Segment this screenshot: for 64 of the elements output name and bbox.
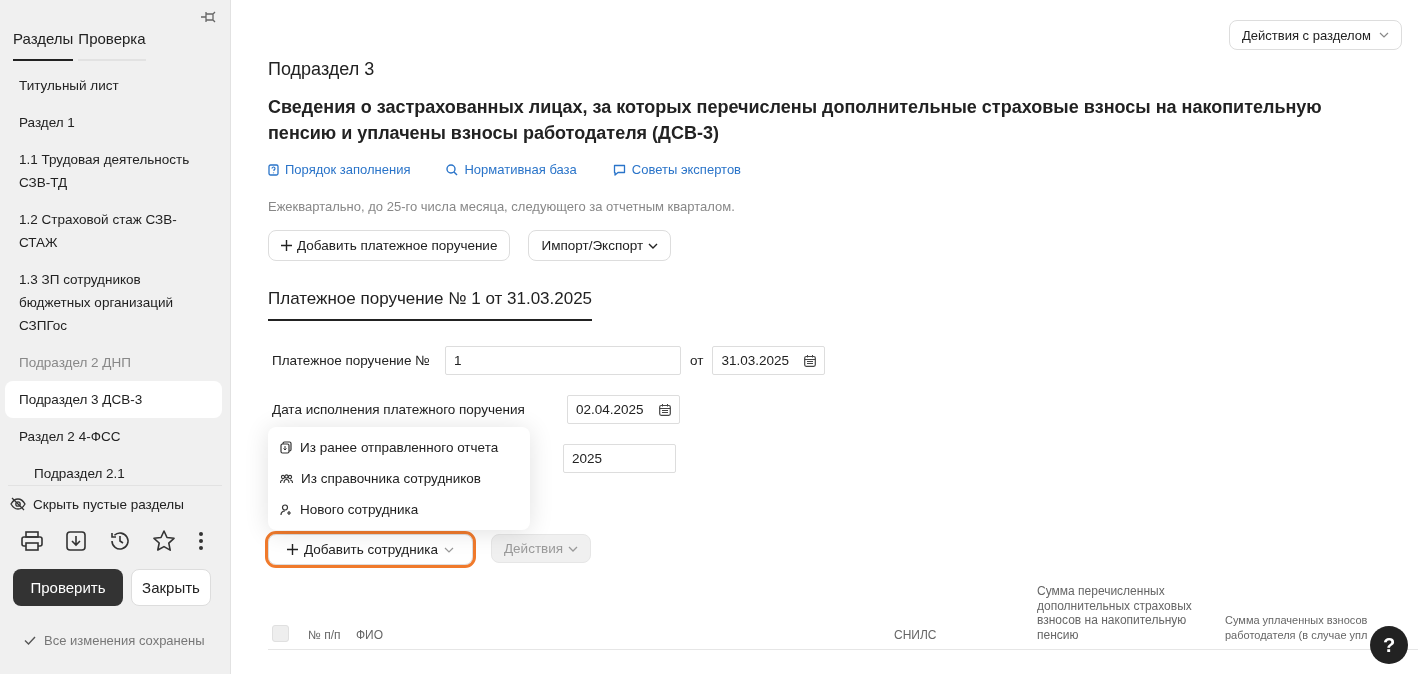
people-icon (280, 473, 293, 484)
star-icon[interactable] (153, 530, 175, 551)
help-link[interactable]: Нормативная база (446, 162, 577, 177)
field-label: Дата исполнения платежного поручения (271, 402, 526, 417)
chevron-down-icon (568, 545, 579, 552)
sidebar-item[interactable]: Раздел 1 (5, 104, 222, 141)
sidebar-item[interactable]: 1.2 Страховой стаж СЗВ-СТАЖ (5, 201, 222, 261)
field-label: от (690, 353, 704, 368)
year-field[interactable]: 2025 (563, 444, 676, 473)
plus-icon (287, 544, 298, 555)
deadline-note: Ежеквартально, до 25-го числа месяца, следующего за отчетным кварталом. (268, 199, 736, 214)
sidebar-item[interactable]: 1.3 ЗП сотрудников бюджетных организаций СЗПГос (5, 261, 222, 344)
calendar-icon[interactable] (659, 403, 671, 416)
sidebar-tab[interactable]: Разделы (13, 30, 74, 61)
history-icon[interactable] (109, 530, 130, 551)
sidebar-item[interactable]: Титульный лист (5, 67, 222, 104)
print-icon[interactable] (21, 530, 43, 551)
menu-item[interactable]: Из ранее отправленного отчета (268, 432, 530, 463)
order-number-field[interactable]: 1 (445, 346, 681, 375)
question-book-icon (268, 163, 279, 176)
help-link[interactable]: Советы экспертов (612, 162, 742, 177)
section-actions-button[interactable]: Действия с разделом (1229, 20, 1402, 50)
eye-off-icon (10, 497, 26, 511)
import-export-button[interactable]: Импорт/Экспорт (528, 230, 672, 261)
add-person-icon (280, 503, 292, 516)
check-button[interactable]: Проверить (13, 569, 123, 606)
page-subtitle: Подраздел 3 (268, 59, 376, 80)
plus-icon (281, 240, 292, 251)
more-icon[interactable] (198, 530, 204, 551)
pin-icon[interactable] (200, 10, 218, 24)
add-employee-button[interactable]: Добавить сотрудника (268, 534, 473, 565)
documents-icon (280, 441, 292, 454)
sidebar-item[interactable]: Раздел 2 4-ФСС (5, 418, 222, 455)
add-payment-order-button[interactable]: Добавить платежное поручение (268, 230, 511, 261)
chevron-down-icon (648, 242, 659, 249)
calendar-icon[interactable] (804, 354, 817, 367)
select-all-checkbox[interactable] (272, 625, 289, 642)
download-icon[interactable] (66, 530, 86, 551)
hide-empty-sections-toggle[interactable]: Скрыть пустые разделы (33, 496, 184, 512)
sidebar-item[interactable]: Подраздел 3 ДСВ-3 (5, 381, 222, 418)
close-button[interactable]: Закрыть (131, 569, 211, 606)
save-status: Все изменения сохранены (44, 633, 205, 648)
column-header: Сумма уплаченных взносов работодателя (в случае упл (1225, 613, 1369, 642)
help-link[interactable]: Порядок заполнения (268, 162, 411, 177)
column-header: № п/п (308, 627, 342, 642)
field-label: Платежное поручение № (271, 353, 431, 368)
date-field[interactable]: 31.03.2025 (712, 346, 826, 375)
sidebar-item[interactable]: Подраздел 2.1 (5, 455, 222, 485)
column-header: СНИЛС (894, 627, 938, 642)
chevron-icon (443, 546, 454, 553)
column-header: ФИО (356, 627, 385, 642)
search-icon (446, 163, 459, 176)
sidebar-tab[interactable]: Проверка (78, 30, 146, 61)
chevron-down-icon (1379, 32, 1389, 38)
date-field[interactable]: 02.04.2025 (567, 395, 680, 424)
column-header: Сумма перечисленных дополнительных страховых взносов на накопительную пенсию (1037, 584, 1193, 642)
sidebar-item[interactable]: 1.1 Трудовая деятельность СЗВ-ТД (5, 141, 222, 201)
help-button[interactable]: ? (1370, 626, 1408, 664)
menu-item[interactable]: Нового сотрудника (268, 494, 530, 525)
payment-order-tab[interactable]: Платежное поручение № 1 от 31.03.2025 (268, 289, 593, 321)
chat-bubble-icon (612, 163, 626, 176)
menu-item[interactable]: Из справочника сотрудников (268, 463, 530, 494)
page-title: Сведения о застрахованных лицах, за которых перечислены дополнительные страховые взносы на накопительную пенсию и уплачены взносы работодателя (ДСВ-3) (268, 96, 1323, 145)
check-icon (24, 636, 36, 645)
